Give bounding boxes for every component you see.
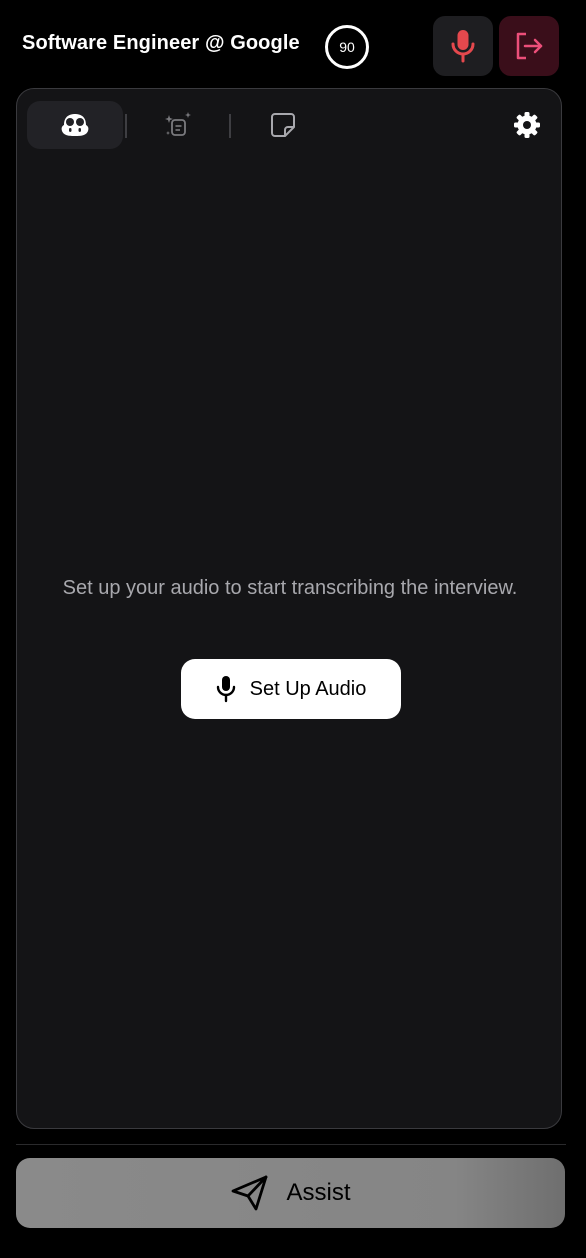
- tab-copilot[interactable]: [27, 101, 123, 149]
- exit-icon: [513, 30, 545, 62]
- copilot-icon: [60, 112, 90, 138]
- microphone-icon: [216, 675, 236, 703]
- exit-button[interactable]: [499, 16, 559, 76]
- interview-title: Software Engineer @ Google: [22, 32, 300, 54]
- tab-separator: [229, 114, 231, 138]
- tab-ai-answer[interactable]: [147, 101, 211, 149]
- setup-audio-label: Set Up Audio: [249, 677, 367, 700]
- microphone-icon: [450, 29, 476, 63]
- tab-separator: [125, 114, 127, 138]
- score-badge: 90: [325, 25, 369, 69]
- tab-notes[interactable]: [251, 101, 315, 149]
- ai-document-icon: [165, 111, 193, 139]
- assist-button[interactable]: Assist: [16, 1158, 565, 1228]
- score-value: 90: [339, 39, 355, 55]
- empty-state-message: Set up your audio to start transcribing …: [62, 577, 518, 599]
- setup-audio-button[interactable]: Set Up Audio: [181, 659, 401, 719]
- settings-button[interactable]: [511, 109, 543, 141]
- header-bar: Software Engineer @ Google 90: [0, 0, 586, 90]
- paper-plane-icon: [230, 1174, 270, 1212]
- transcript-panel: Set up your audio to start transcribing …: [16, 88, 562, 1129]
- divider: [16, 1144, 566, 1145]
- assist-label: Assist: [286, 1179, 351, 1206]
- sticky-note-icon: [270, 112, 296, 138]
- mic-toggle-button[interactable]: [433, 16, 493, 76]
- gear-icon: [513, 111, 541, 139]
